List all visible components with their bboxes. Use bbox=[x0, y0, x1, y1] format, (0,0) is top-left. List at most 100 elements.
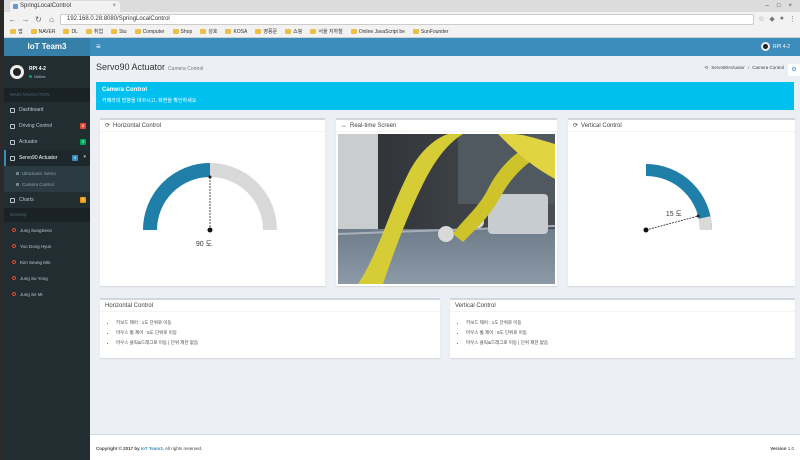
bookmark-item[interactable]: 앱 bbox=[10, 28, 23, 35]
sidebar-label-item[interactable]: Jung SungSeon bbox=[4, 222, 90, 238]
close-tab-icon[interactable]: × bbox=[112, 1, 116, 12]
user-name: RPI 4-2 bbox=[29, 65, 46, 72]
bookmark-item[interactable]: Computer bbox=[134, 29, 165, 35]
folder-icon bbox=[200, 29, 207, 34]
gauge-pivot bbox=[643, 227, 649, 233]
bookmark-item[interactable]: 영풍문 bbox=[255, 28, 277, 35]
sidebar-item-dashboard[interactable]: Dashboard bbox=[4, 102, 90, 118]
gauge-track bbox=[698, 216, 712, 231]
close-window-icon[interactable]: × bbox=[788, 0, 792, 12]
horizontal-gauge[interactable]: 90 도 bbox=[100, 134, 325, 284]
bookmark-item[interactable]: SunFounder bbox=[412, 29, 448, 35]
circle-icon bbox=[12, 260, 16, 264]
bookmark-item[interactable]: 쇼핑 bbox=[285, 28, 302, 35]
count-badge: 5 bbox=[80, 197, 86, 203]
browser-window: SpringLocalControl × – □ × ← → ↻ ⌂ 192.1… bbox=[4, 0, 800, 460]
address-bar[interactable]: 192.168.0.28:8080/SpringLocalControl bbox=[60, 13, 755, 25]
sidebar-label-item[interactable]: Kim Seung Min bbox=[4, 254, 90, 270]
navbar-user-menu[interactable]: RPI 4-2 bbox=[761, 42, 790, 51]
page-subtitle: Camera Control bbox=[168, 66, 204, 72]
folder-icon bbox=[255, 29, 262, 34]
footer: Copyright © 2017 by IoT Team3. All right… bbox=[90, 434, 800, 460]
folder-icon bbox=[10, 29, 16, 34]
folder-icon bbox=[85, 29, 92, 34]
sidebar-item-servo90-actuator[interactable]: Servo90 Actuator 4 ▾ bbox=[4, 150, 90, 166]
panel-title: ⟳ Vertical Control bbox=[568, 120, 795, 132]
menu-item-icon bbox=[10, 155, 15, 161]
folder-icon bbox=[350, 29, 357, 34]
gauge-pivot bbox=[207, 227, 213, 233]
bookmark-item[interactable]: 취업 bbox=[85, 28, 103, 35]
panel-title: ↔ Real-time Screen bbox=[336, 120, 557, 132]
app: IoT Team3 RPI 4-2 Online MAIN NAVIGATION… bbox=[4, 38, 800, 460]
sidebar-menu: Dashboard Driving Control 8 Actuator 3 Servo9… bbox=[4, 102, 90, 208]
content-header: Servo90 Actuator Camera Control ⟲ Servo90… bbox=[90, 56, 800, 78]
version: Version 1.0 bbox=[770, 446, 794, 451]
browser-tab[interactable]: SpringLocalControl × bbox=[10, 1, 120, 12]
content: Servo90 Actuator Camera Control ⟲ Servo90… bbox=[90, 56, 800, 460]
breadcrumb: ⟲ Servo90Actuator › Camera Control bbox=[704, 65, 784, 71]
back-icon[interactable]: ← bbox=[8, 15, 17, 24]
sidebar-toggle-icon[interactable]: ≡ bbox=[96, 42, 101, 51]
sidebar-label-item[interactable]: Jung Su Yong bbox=[4, 270, 90, 286]
gauge-angle-label: 90 도 bbox=[196, 240, 213, 248]
bookmark-item[interactable]: Stu bbox=[111, 29, 127, 35]
sidebar-label-item[interactable]: Yoo Dong Hyun bbox=[4, 238, 90, 254]
circle-icon bbox=[12, 228, 16, 232]
refresh-icon: ⟳ bbox=[105, 122, 111, 129]
submenu-item[interactable]: UltraSonic Servo bbox=[4, 168, 90, 179]
bookmark-item[interactable]: NAVER bbox=[30, 29, 55, 35]
extension-icon[interactable]: ◆ bbox=[769, 15, 774, 23]
chevron-down-icon: ▾ bbox=[83, 154, 86, 160]
menu-item-icon bbox=[10, 123, 15, 129]
folder-icon bbox=[285, 29, 292, 34]
folder-icon bbox=[63, 29, 70, 34]
bookmark-item[interactable]: Shop bbox=[172, 29, 192, 35]
minimize-icon[interactable]: – bbox=[766, 0, 769, 12]
copyright: Copyright © 2017 by IoT Team3. All right… bbox=[96, 446, 203, 451]
brand-link[interactable]: IoT Team3. bbox=[141, 446, 164, 451]
menu-icon[interactable]: ⋮ bbox=[789, 15, 796, 23]
settings-gear-icon[interactable]: ⚙ bbox=[788, 64, 800, 76]
home-icon[interactable]: ⌂ bbox=[47, 15, 56, 24]
extension-icon[interactable]: ● bbox=[780, 15, 784, 23]
gauge-angle-label: 15 도 bbox=[666, 210, 683, 218]
sidebar-item-charts[interactable]: Charts 5 bbox=[4, 192, 90, 208]
horizontal-help-panel: Horizontal Control 키보드 제어 : 1도 단위로 이동 마우… bbox=[100, 298, 440, 358]
bookmark-item[interactable]: 성호 bbox=[200, 28, 217, 35]
list-item: 키보드 제어 : 1도 단위로 이동 bbox=[466, 320, 795, 326]
gauge-needle-tip bbox=[696, 214, 700, 218]
tab-favicon-icon bbox=[13, 4, 18, 9]
help-list: 키보드 제어 : 1도 단위로 이동 마우스 휠 제어 : 5도 단위로 이동 … bbox=[100, 312, 440, 346]
count-badge: 3 bbox=[80, 139, 86, 145]
section-header-develop: Develop bbox=[4, 208, 90, 222]
menu-item-icon bbox=[10, 139, 15, 145]
gauge-fill bbox=[143, 163, 211, 231]
bookmark-item[interactable]: Online JavaScript be bbox=[350, 29, 405, 35]
count-badge: 4 bbox=[72, 155, 78, 161]
reload-icon[interactable]: ↻ bbox=[34, 15, 43, 24]
vertical-help-panel: Vertical Control 키보드 제어 : 1도 단위로 이동 마우스 … bbox=[450, 298, 795, 358]
app-logo[interactable]: IoT Team3 bbox=[4, 38, 90, 56]
bookmark-item[interactable]: KOSA bbox=[225, 29, 247, 35]
circle-icon bbox=[16, 183, 19, 186]
forward-icon[interactable]: → bbox=[21, 15, 30, 24]
sidebar-item-driving-control[interactable]: Driving Control 8 bbox=[4, 118, 90, 134]
breadcrumb-link[interactable]: Servo90Actuator bbox=[711, 65, 745, 71]
sidebar-item-actuator[interactable]: Actuator 3 bbox=[4, 134, 90, 150]
list-item: 키보드 제어 : 1도 단위로 이동 bbox=[116, 320, 440, 326]
sidebar-label-item[interactable]: Jung Se Mi bbox=[4, 286, 90, 302]
bookmark-item[interactable]: 서울 지하철 bbox=[310, 28, 343, 35]
maximize-icon[interactable]: □ bbox=[777, 0, 781, 12]
vertical-gauge[interactable]: 15 도 bbox=[568, 134, 795, 284]
window-controls: – □ × bbox=[766, 0, 800, 12]
submenu-item[interactable]: Camera Control bbox=[4, 179, 90, 190]
folder-icon bbox=[225, 29, 232, 34]
bookmarks-bar: 앱 NAVER DL 취업 Stu Computer Shop 성호 KOSA 영풍문 쇼핑 서울 지… bbox=[4, 26, 800, 38]
panel-title: ⟳ Horizontal Control bbox=[100, 120, 325, 132]
bookmark-item[interactable]: DL bbox=[63, 29, 78, 35]
count-badge: 8 bbox=[80, 123, 86, 129]
star-icon[interactable]: ☆ bbox=[758, 15, 764, 23]
tab-bar: SpringLocalControl × – □ × bbox=[4, 0, 800, 12]
tab-title: SpringLocalControl bbox=[20, 3, 72, 9]
